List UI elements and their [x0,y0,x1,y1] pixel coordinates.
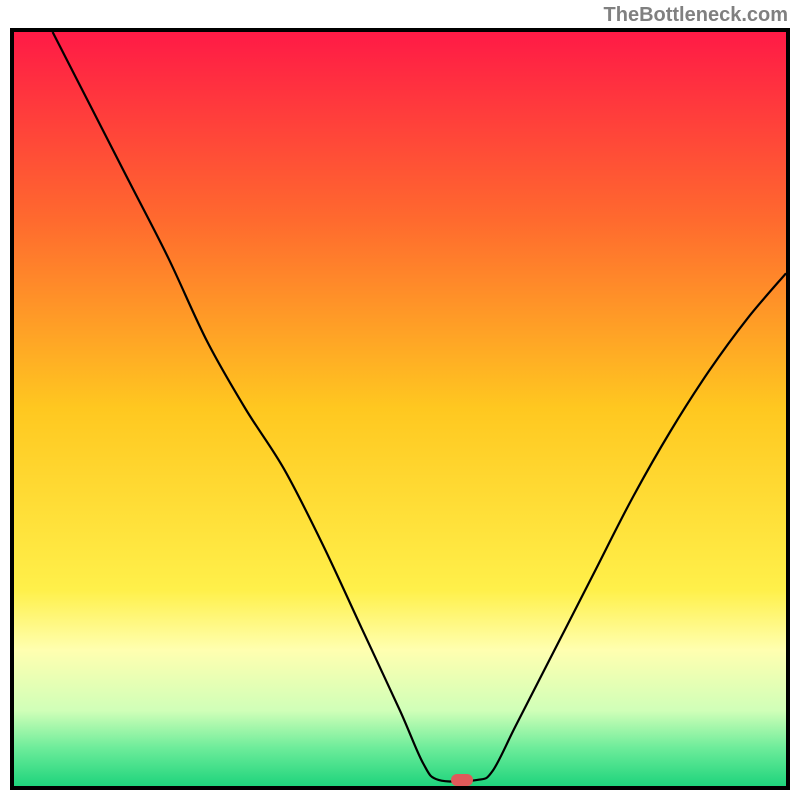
bottleneck-curve [14,32,786,786]
chart-frame [10,28,790,790]
optimal-marker [451,774,473,786]
watermark-text: TheBottleneck.com [604,4,788,27]
